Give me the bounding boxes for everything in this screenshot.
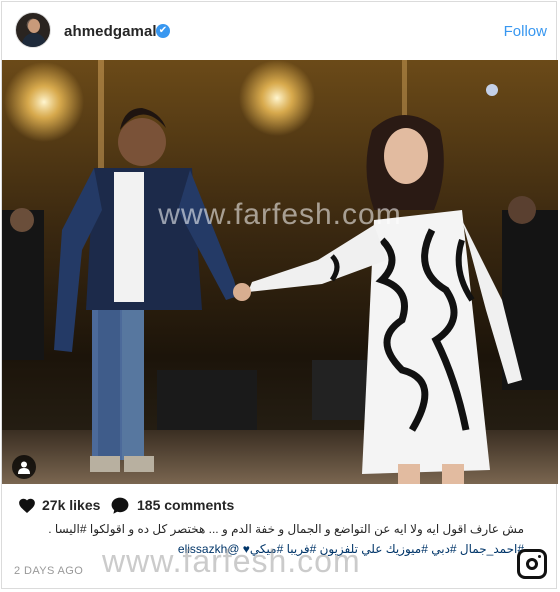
- likes-count[interactable]: 27k likes: [42, 497, 100, 513]
- post-timestamp[interactable]: 2 DAYS AGO: [14, 565, 83, 577]
- photo-watermark: www.farfesh.com: [158, 198, 402, 231]
- instagram-logo-icon[interactable]: [517, 549, 547, 579]
- post-photo[interactable]: www.farfesh.com: [2, 60, 558, 484]
- avatar[interactable]: [15, 12, 51, 48]
- follow-button[interactable]: Follow: [504, 23, 547, 40]
- heart-icon[interactable]: [18, 497, 36, 514]
- person-tag-icon[interactable]: [12, 455, 36, 479]
- bottom-watermark: www.farfesh.com: [102, 543, 361, 579]
- post-header: ahmedgamal ✔ Follow: [2, 2, 558, 60]
- concert-scene: [2, 60, 558, 484]
- instagram-post-card: ahmedgamal ✔ Follow www.farfesh.com 27k …: [1, 1, 558, 589]
- verified-icon: ✔: [156, 24, 170, 38]
- caption-line-1: مش عارف اقول ايه ولا ايه عن التواضع و ال…: [48, 522, 524, 536]
- comments-count[interactable]: 185 comments: [137, 497, 234, 513]
- username[interactable]: ahmedgamal: [64, 23, 157, 40]
- comment-icon[interactable]: [110, 496, 130, 515]
